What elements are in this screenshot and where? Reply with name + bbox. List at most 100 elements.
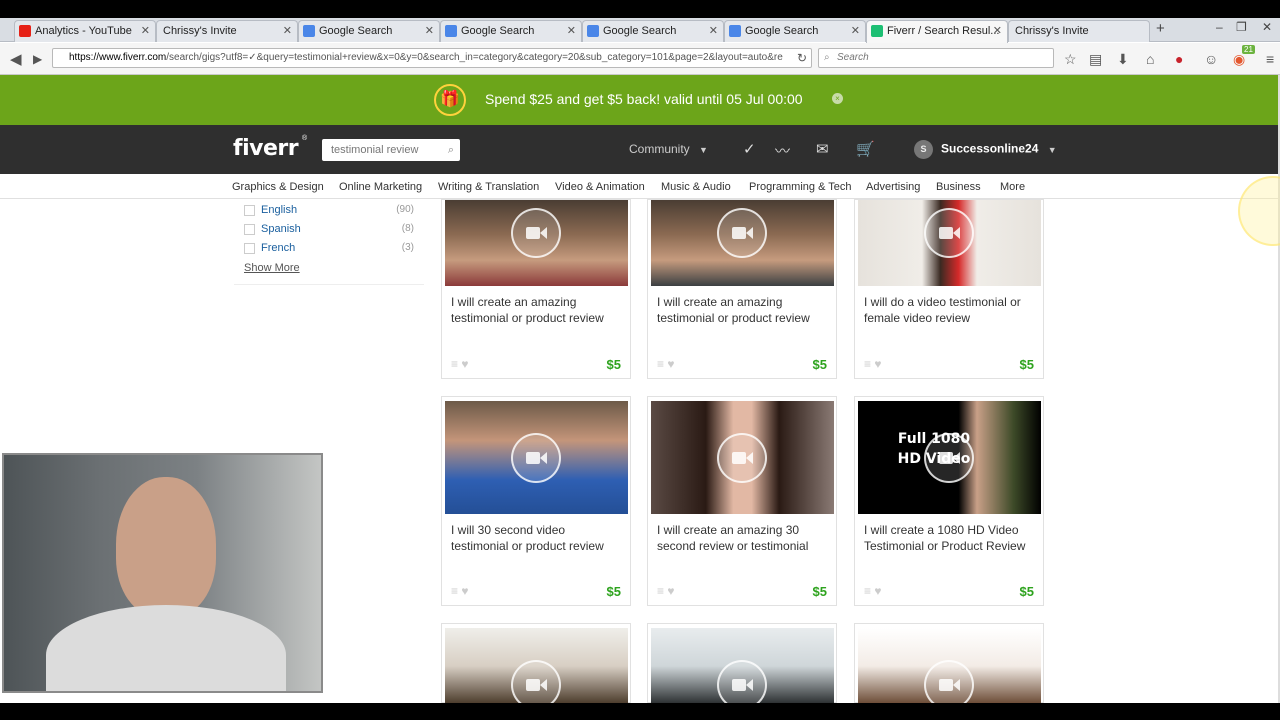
checkbox[interactable] xyxy=(244,242,255,254)
bookmark-star-icon[interactable]: ☆ xyxy=(1064,51,1077,68)
filter-french[interactable]: French (3) xyxy=(244,242,414,258)
cart-icon[interactable]: 🛒 xyxy=(856,140,875,158)
gig-card[interactable]: I will create an amazing testimonial or … xyxy=(441,199,631,379)
gig-card[interactable]: I will 30 second video testimonial or pr… xyxy=(441,396,631,606)
browser-search-input[interactable]: ⌕ Search xyxy=(818,48,1054,68)
category-advertising[interactable]: Advertising xyxy=(866,181,920,193)
category-writing-translation[interactable]: Writing & Translation xyxy=(438,181,539,193)
video-play-icon xyxy=(924,208,974,258)
close-icon[interactable]: ✕ xyxy=(283,21,292,41)
category-graphics-design[interactable]: Graphics & Design xyxy=(232,181,324,193)
collections-icon[interactable]: ≡ xyxy=(864,357,871,371)
tab-google-search[interactable]: Google Search ✕ xyxy=(440,20,582,42)
category-video-animation[interactable]: Video & Animation xyxy=(555,181,645,193)
tab-chrissys-invite[interactable]: Chrissy's Invite xyxy=(1008,20,1150,42)
pinterest-icon[interactable]: ● xyxy=(1175,51,1183,67)
checkmark-icon[interactable]: ✓ xyxy=(743,140,756,158)
favorite-heart-icon[interactable]: ♥ xyxy=(667,357,674,371)
chat-icon[interactable]: ☺ xyxy=(1204,51,1218,67)
gig-title[interactable]: I will create an amazing testimonial or … xyxy=(657,294,827,326)
checkbox[interactable] xyxy=(244,204,255,216)
tab-analytics-youtube[interactable]: Analytics - YouTube ✕ xyxy=(14,20,156,42)
favorite-heart-icon[interactable]: ♥ xyxy=(461,584,468,598)
user-menu[interactable]: S Successonline24 ▼ xyxy=(914,140,1057,159)
tab-fiverr-search-results[interactable]: Fiverr / Search Resul... ✕ xyxy=(866,20,1008,43)
collections-icon[interactable]: ≡ xyxy=(657,584,664,598)
gig-card[interactable]: I will do a video testimonial or female … xyxy=(854,199,1044,379)
top-black-strip xyxy=(0,0,1280,18)
reading-list-icon[interactable]: ▤ xyxy=(1089,51,1102,68)
favorite-heart-icon[interactable]: ♥ xyxy=(667,584,674,598)
checkbox[interactable] xyxy=(244,223,255,235)
gig-card[interactable]: I will create an amazing 30 second revie… xyxy=(647,396,837,606)
gig-title[interactable]: I will create an amazing testimonial or … xyxy=(451,294,621,326)
download-icon[interactable]: ⬇ xyxy=(1117,51,1129,68)
video-play-icon xyxy=(511,433,561,483)
gig-actions: ≡ ♥ xyxy=(864,357,881,371)
collections-icon[interactable]: ≡ xyxy=(451,357,458,371)
category-more[interactable]: More xyxy=(1000,181,1025,193)
gig-thumbnail[interactable] xyxy=(445,200,628,286)
site-search-input[interactable]: testimonial review ⌕ xyxy=(322,139,460,161)
gig-card[interactable]: I will create an amazing testimonial or … xyxy=(647,199,837,379)
tab-google-search[interactable]: Google Search ✕ xyxy=(724,20,866,42)
gig-thumbnail[interactable] xyxy=(651,628,834,704)
tab-google-search[interactable]: Google Search ✕ xyxy=(582,20,724,42)
gig-card[interactable] xyxy=(441,623,631,704)
gig-title[interactable]: I will do a video testimonial or female … xyxy=(864,294,1034,326)
gig-thumbnail[interactable] xyxy=(651,401,834,514)
gig-card[interactable] xyxy=(854,623,1044,704)
gig-thumbnail[interactable] xyxy=(858,628,1041,704)
gig-title[interactable]: I will 30 second video testimonial or pr… xyxy=(451,522,621,554)
address-bar[interactable]: https://www.fiverr.com/search/gigs?utf8=… xyxy=(52,48,812,68)
show-more-link[interactable]: Show More xyxy=(244,262,300,274)
close-icon[interactable]: ✕ xyxy=(141,21,150,41)
google-icon xyxy=(729,25,741,37)
search-icon[interactable]: ⌕ xyxy=(448,139,454,161)
menu-icon[interactable]: ≡ xyxy=(1266,51,1274,67)
gig-title[interactable]: I will create an amazing 30 second revie… xyxy=(657,522,827,554)
close-icon[interactable]: ✕ xyxy=(851,21,860,41)
close-icon[interactable]: ✕ xyxy=(709,21,718,41)
activity-icon[interactable]: 〰 xyxy=(775,140,790,161)
gig-thumbnail[interactable] xyxy=(445,628,628,704)
fiverr-logo[interactable]: fiverr xyxy=(233,136,299,161)
new-tab-button[interactable]: + xyxy=(1156,20,1165,37)
category-music-audio[interactable]: Music & Audio xyxy=(661,181,731,193)
collections-icon[interactable]: ≡ xyxy=(864,584,871,598)
close-icon[interactable]: ✕ xyxy=(425,21,434,41)
inbox-icon[interactable]: ✉ xyxy=(816,140,829,158)
search-icon: ⌕ xyxy=(824,52,830,63)
gig-card[interactable] xyxy=(647,623,837,704)
home-icon[interactable]: ⌂ xyxy=(1146,51,1154,67)
category-programming-tech[interactable]: Programming & Tech xyxy=(749,181,852,193)
filter-english[interactable]: English (90) xyxy=(244,204,414,220)
minimize-icon[interactable]: – xyxy=(1216,20,1223,34)
gig-price: $5 xyxy=(1019,357,1034,372)
gig-title[interactable]: I will create a 1080 HD Video Testimonia… xyxy=(864,522,1034,554)
restore-icon[interactable]: ❐ xyxy=(1236,20,1247,34)
promo-close-button[interactable]: × xyxy=(832,93,843,104)
reload-icon[interactable]: ↻ xyxy=(797,51,807,65)
gig-thumbnail[interactable] xyxy=(445,401,628,514)
category-business[interactable]: Business xyxy=(936,181,981,193)
collections-icon[interactable]: ≡ xyxy=(451,584,458,598)
tab-google-search[interactable]: Google Search ✕ xyxy=(298,20,440,42)
favorite-heart-icon[interactable]: ♥ xyxy=(874,357,881,371)
filter-spanish[interactable]: Spanish (8) xyxy=(244,223,414,239)
close-icon[interactable]: ✕ xyxy=(993,21,1002,41)
gig-thumbnail[interactable] xyxy=(858,200,1041,286)
forward-icon[interactable]: ▶ xyxy=(33,52,42,66)
favorite-heart-icon[interactable]: ♥ xyxy=(461,357,468,371)
close-window-icon[interactable]: ✕ xyxy=(1262,20,1272,34)
category-online-marketing[interactable]: Online Marketing xyxy=(339,181,422,193)
gig-thumbnail[interactable] xyxy=(651,200,834,286)
community-menu[interactable]: Community ▼ xyxy=(629,142,708,156)
close-icon[interactable]: ✕ xyxy=(567,21,576,41)
favorite-heart-icon[interactable]: ♥ xyxy=(874,584,881,598)
gig-card[interactable]: Full 1080 HD Video I will create a 1080 … xyxy=(854,396,1044,606)
back-icon[interactable]: ◀ xyxy=(10,50,22,68)
collections-icon[interactable]: ≡ xyxy=(657,357,664,371)
tab-chrissys-invite[interactable]: Chrissy's Invite ✕ xyxy=(156,20,298,42)
gig-thumbnail[interactable]: Full 1080 HD Video xyxy=(858,401,1041,514)
